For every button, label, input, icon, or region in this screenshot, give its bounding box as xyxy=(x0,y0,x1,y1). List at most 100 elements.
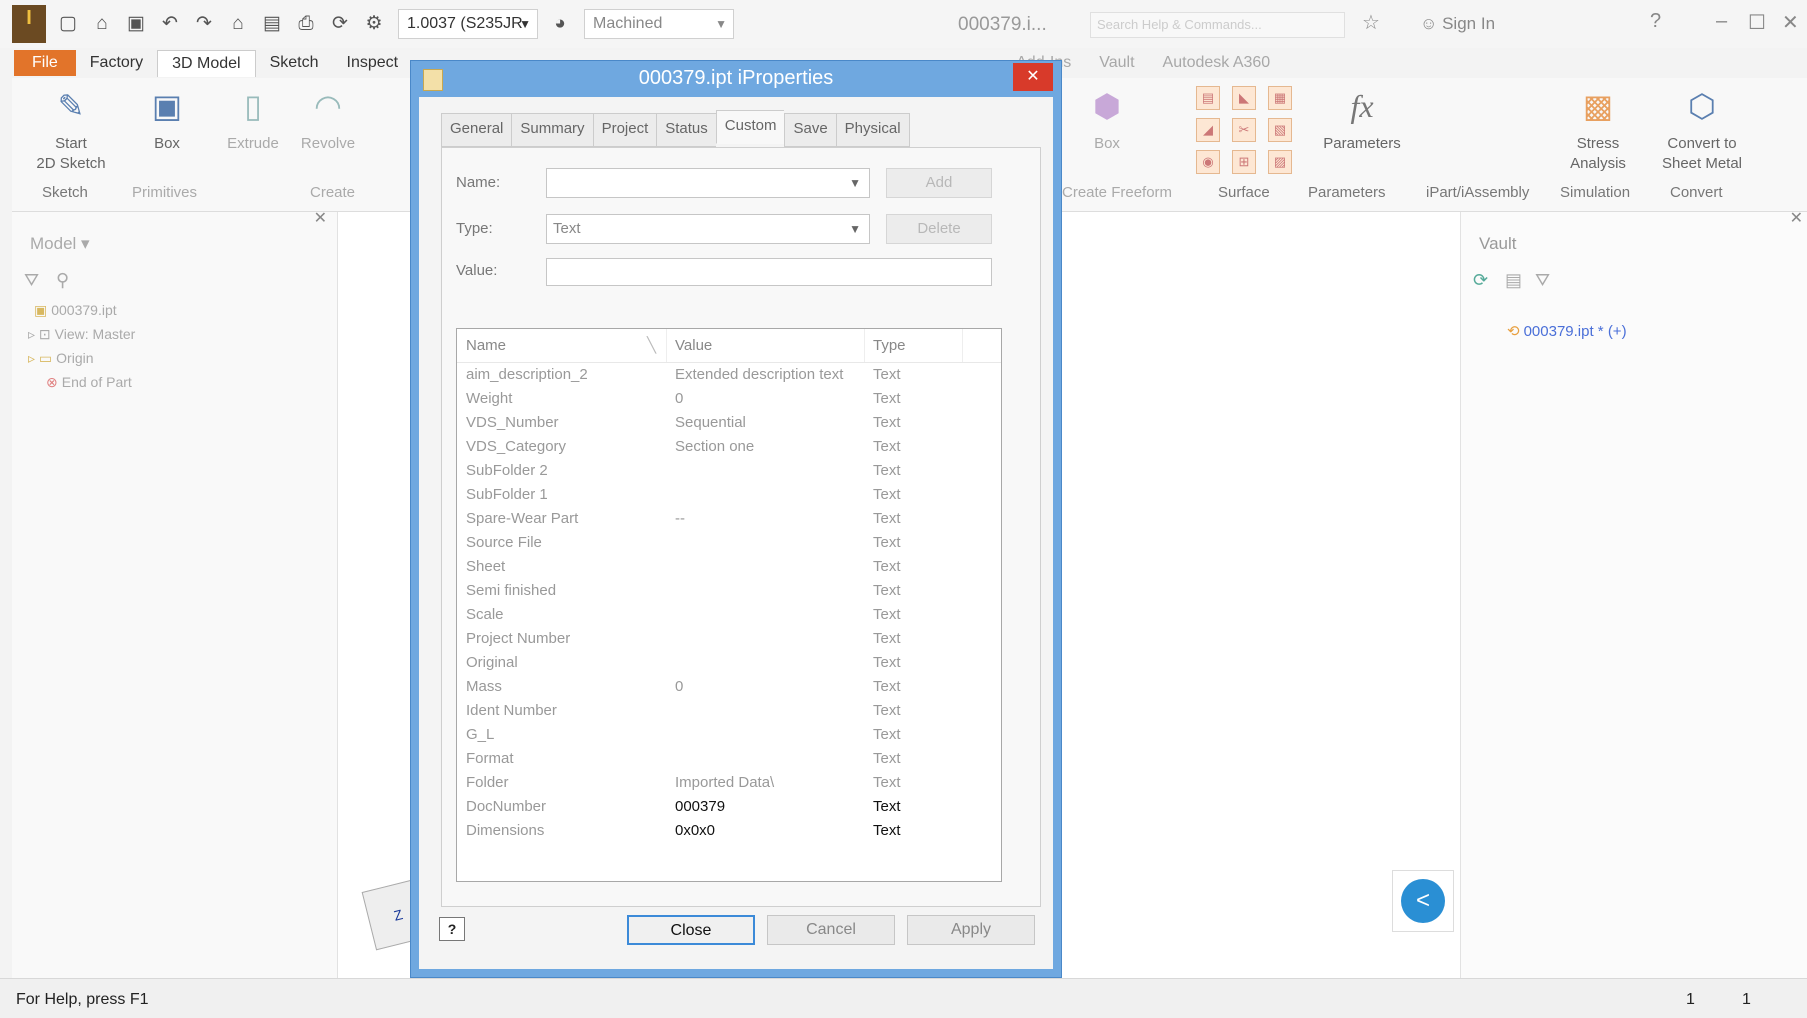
table-row[interactable]: Original Text xyxy=(457,651,1001,675)
filter-icon[interactable]: ⛛ xyxy=(1535,270,1550,291)
home-icon[interactable]: ⌂ xyxy=(226,12,250,36)
tab-vault[interactable]: Vault xyxy=(1085,50,1148,76)
apply-button[interactable]: Apply xyxy=(907,915,1035,945)
undo-icon[interactable]: ↶ xyxy=(158,12,182,36)
table-row[interactable]: VDS_Category Section one Text xyxy=(457,435,1001,459)
surface-tool-icon[interactable]: ✂ xyxy=(1232,118,1256,142)
iproperties-icon[interactable]: ▤ xyxy=(260,12,284,36)
table-row[interactable]: aim_description_2 Extended description te… xyxy=(457,363,1001,387)
tab-autodesk-a360[interactable]: Autodesk A360 xyxy=(1149,50,1285,76)
type-combo[interactable]: Text ▼ xyxy=(546,214,870,244)
value-input[interactable] xyxy=(546,258,992,286)
surface-tool-icon[interactable]: ⊞ xyxy=(1232,150,1256,174)
surface-tool-icon[interactable]: ▦ xyxy=(1268,86,1292,110)
search-input[interactable]: Search Help & Commands... xyxy=(1090,12,1345,38)
appearance-select[interactable]: Machined ▼ xyxy=(584,9,734,39)
tree-item-part[interactable]: ▣ 000379.ipt xyxy=(34,302,117,319)
checkin-icon[interactable]: ▤ xyxy=(1505,270,1522,291)
find-icon[interactable]: ⚲ xyxy=(56,270,69,291)
extrude-button[interactable]: ▯ Extrude xyxy=(218,84,288,154)
revolve-button[interactable]: ◠ Revolve xyxy=(288,84,368,154)
table-row[interactable]: DocNumber 000379 Text xyxy=(457,795,1001,819)
material-select[interactable]: 1.0037 (S235JR ▼ xyxy=(398,9,538,39)
table-row[interactable]: Sheet Text xyxy=(457,555,1001,579)
redo-icon[interactable]: ↷ xyxy=(192,12,216,36)
close-button[interactable]: Close xyxy=(627,915,755,945)
update-icon[interactable]: ⟳ xyxy=(328,12,352,36)
open-icon[interactable]: ⌂ xyxy=(90,12,114,36)
tab-file[interactable]: File xyxy=(14,50,76,76)
box-button[interactable]: ▣ Box xyxy=(132,84,202,154)
convert-sheet-metal-button[interactable]: ⬡ Convert to Sheet Metal xyxy=(1652,84,1752,174)
surface-tool-icon[interactable]: ▨ xyxy=(1268,150,1292,174)
share-icon: < xyxy=(1401,879,1445,923)
save-icon[interactable]: ▣ xyxy=(124,12,148,36)
table-row[interactable]: Folder Imported Data\ Text xyxy=(457,771,1001,795)
table-row[interactable]: SubFolder 1 Text xyxy=(457,483,1001,507)
tree-item-view[interactable]: ▹ ⊡ View: Master xyxy=(28,326,135,343)
filter-icon[interactable]: ⛛ xyxy=(24,270,39,291)
freeform-box-button[interactable]: ⬢ Box xyxy=(1072,84,1142,154)
name-combo[interactable]: ▼ xyxy=(546,168,870,198)
refresh-icon[interactable]: ⟳ xyxy=(1473,270,1488,291)
cancel-button[interactable]: Cancel xyxy=(767,915,895,945)
surface-tool-icon[interactable]: ▤ xyxy=(1196,86,1220,110)
column-header-value[interactable]: Value xyxy=(667,329,865,362)
column-header-type[interactable]: Type xyxy=(865,329,963,362)
tab-inspect[interactable]: Inspect xyxy=(333,50,413,76)
table-row[interactable]: Semi finished Text xyxy=(457,579,1001,603)
column-header-name[interactable]: Name ╲ xyxy=(457,329,667,362)
table-row[interactable]: Spare-Wear Part -- Text xyxy=(457,507,1001,531)
tab-general[interactable]: General xyxy=(441,113,512,147)
table-row[interactable]: Dimensions 0x0x0 Text xyxy=(457,819,1001,843)
tab-project[interactable]: Project xyxy=(592,113,657,147)
tab-3d-model[interactable]: 3D Model xyxy=(157,49,256,77)
minimize-icon[interactable]: – xyxy=(1716,10,1727,33)
tab-save[interactable]: Save xyxy=(784,113,836,147)
add-button[interactable]: Add xyxy=(886,168,992,198)
model-browser-title[interactable]: Model ▾ xyxy=(30,234,90,254)
vault-tree-item[interactable]: ⟲ 000379.ipt * (+) xyxy=(1507,322,1627,340)
surface-tool-icon[interactable]: ◣ xyxy=(1232,86,1256,110)
table-row[interactable]: SubFolder 2 Text xyxy=(457,459,1001,483)
app-logo[interactable]: I xyxy=(12,5,46,43)
table-row[interactable]: Scale Text xyxy=(457,603,1001,627)
surface-tool-icon[interactable]: ▧ xyxy=(1268,118,1292,142)
surface-tool-icon[interactable]: ◢ xyxy=(1196,118,1220,142)
table-row[interactable]: Weight 0 Text xyxy=(457,387,1001,411)
table-row[interactable]: Source File Text xyxy=(457,531,1001,555)
star-icon[interactable]: ☆ xyxy=(1362,10,1380,35)
appearance-icon[interactable]: ◕ xyxy=(548,12,572,36)
dialog-close-button[interactable]: ✕ xyxy=(1013,63,1053,91)
share-button[interactable]: < xyxy=(1392,870,1454,932)
tab-physical[interactable]: Physical xyxy=(835,113,910,147)
table-row[interactable]: G_L Text xyxy=(457,723,1001,747)
surface-tool-icon[interactable]: ◉ xyxy=(1196,150,1220,174)
tab-status[interactable]: Status xyxy=(656,113,716,147)
tab-sketch[interactable]: Sketch xyxy=(256,50,333,76)
delete-button[interactable]: Delete xyxy=(886,214,992,244)
tab-summary[interactable]: Summary xyxy=(511,113,593,147)
close-icon[interactable]: ✕ xyxy=(1790,208,1803,228)
table-row[interactable]: Format Text xyxy=(457,747,1001,771)
tree-item-end-of-part[interactable]: ⊗ End of Part xyxy=(46,374,132,391)
help-icon[interactable]: ? xyxy=(1650,10,1661,33)
table-row[interactable]: VDS_Number Sequential Text xyxy=(457,411,1001,435)
start-sketch-button[interactable]: ✎ Start 2D Sketch xyxy=(26,84,116,174)
tab-custom[interactable]: Custom xyxy=(715,110,785,144)
maximize-icon[interactable]: ☐ xyxy=(1748,10,1766,35)
table-row[interactable]: Project Number Text xyxy=(457,627,1001,651)
parameters-button[interactable]: fx Parameters xyxy=(1312,84,1412,154)
sign-in-link[interactable]: ☺ Sign In xyxy=(1420,14,1495,34)
measure-icon[interactable]: ⚙ xyxy=(362,12,386,36)
tab-factory[interactable]: Factory xyxy=(76,50,157,76)
help-button[interactable]: ? xyxy=(439,917,465,941)
close-icon[interactable]: ✕ xyxy=(1782,10,1799,35)
stress-analysis-button[interactable]: ▩ Stress Analysis xyxy=(1558,84,1638,174)
print-icon[interactable]: ⎙ xyxy=(294,12,318,36)
tree-item-origin[interactable]: ▹ ▭ Origin xyxy=(28,350,94,367)
table-row[interactable]: Mass 0 Text xyxy=(457,675,1001,699)
table-row[interactable]: Ident Number Text xyxy=(457,699,1001,723)
new-file-icon[interactable]: ▢ xyxy=(56,12,80,36)
close-icon[interactable]: ✕ xyxy=(314,208,327,228)
